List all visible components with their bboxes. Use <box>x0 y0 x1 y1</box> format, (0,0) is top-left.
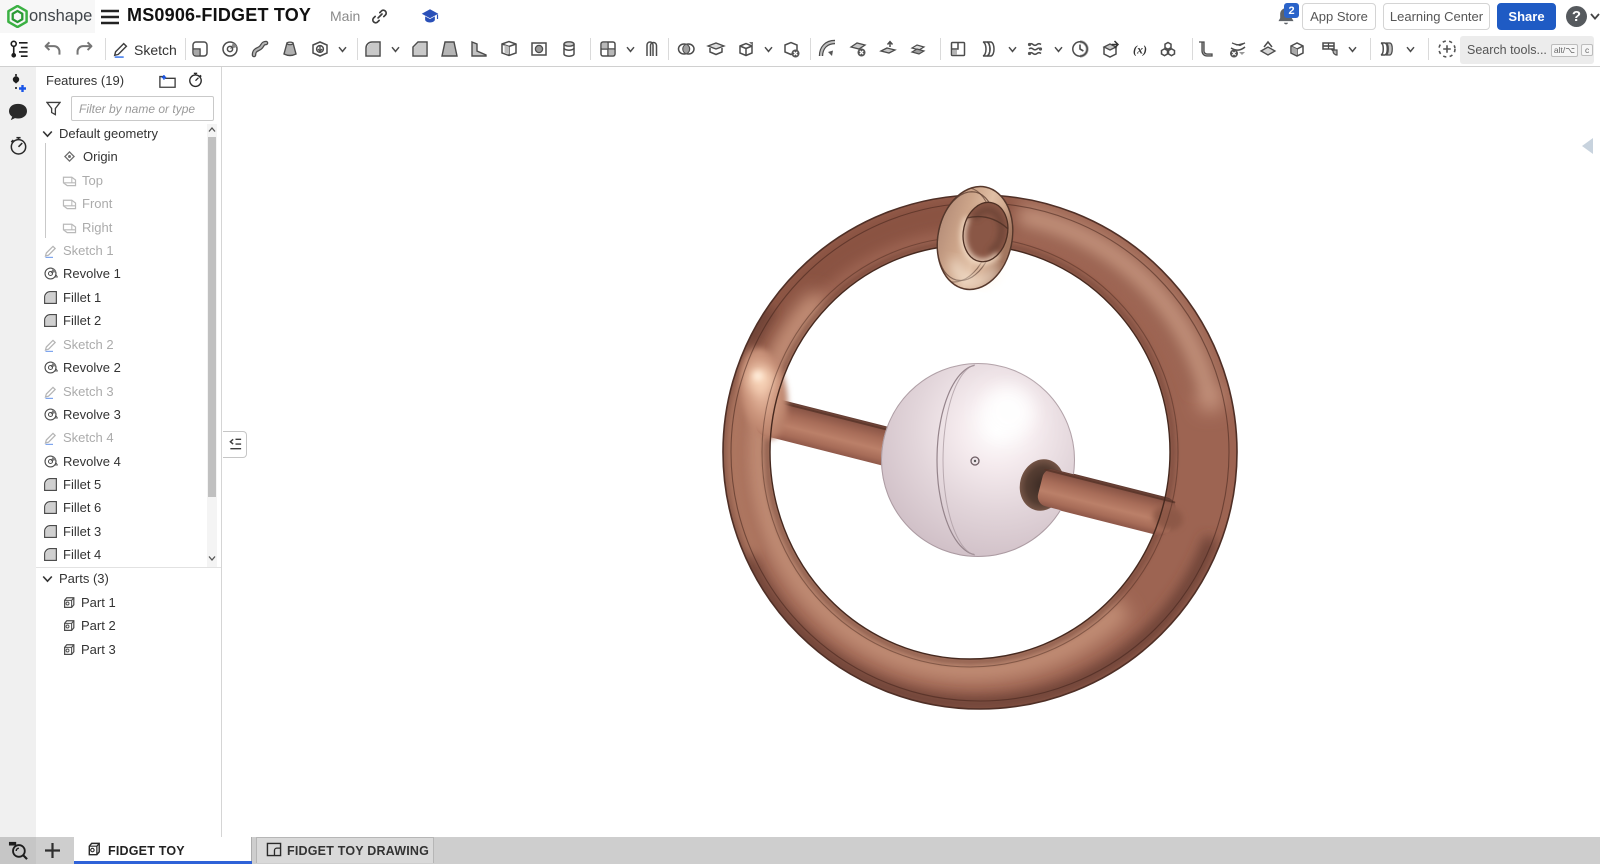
svg-text:(x): (x) <box>1133 43 1147 57</box>
